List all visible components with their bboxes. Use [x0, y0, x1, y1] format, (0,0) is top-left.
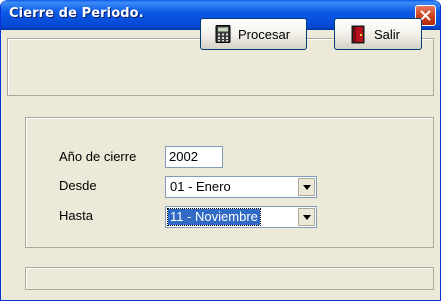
year-label: Año de cierre: [59, 149, 137, 164]
chevron-down-icon: [303, 185, 311, 190]
status-bar: [25, 267, 434, 290]
from-month-select[interactable]: 01 - Enero: [165, 176, 317, 198]
to-month-select[interactable]: 11 - Noviembre: [165, 206, 317, 228]
calculator-icon: [215, 25, 231, 43]
procesar-button[interactable]: Procesar: [200, 18, 307, 50]
salir-button[interactable]: Salir: [334, 18, 422, 50]
salir-label: Salir: [374, 27, 401, 42]
exit-door-icon: [351, 25, 365, 44]
window-title: Cierre de Periodo.: [9, 6, 144, 21]
from-month-value: 01 - Enero: [170, 179, 231, 194]
from-label: Desde: [59, 178, 97, 193]
procesar-label: Procesar: [238, 27, 291, 42]
dialog-window: Cierre de Periodo. Procesar Salir Año de…: [0, 0, 441, 301]
to-month-value: 11 - Noviembre: [167, 208, 261, 226]
to-label: Hasta: [59, 208, 93, 223]
chevron-down-icon: [303, 215, 311, 220]
year-input[interactable]: 2002: [165, 146, 223, 168]
to-dropdown-button[interactable]: [298, 208, 315, 226]
from-dropdown-button[interactable]: [298, 178, 315, 196]
